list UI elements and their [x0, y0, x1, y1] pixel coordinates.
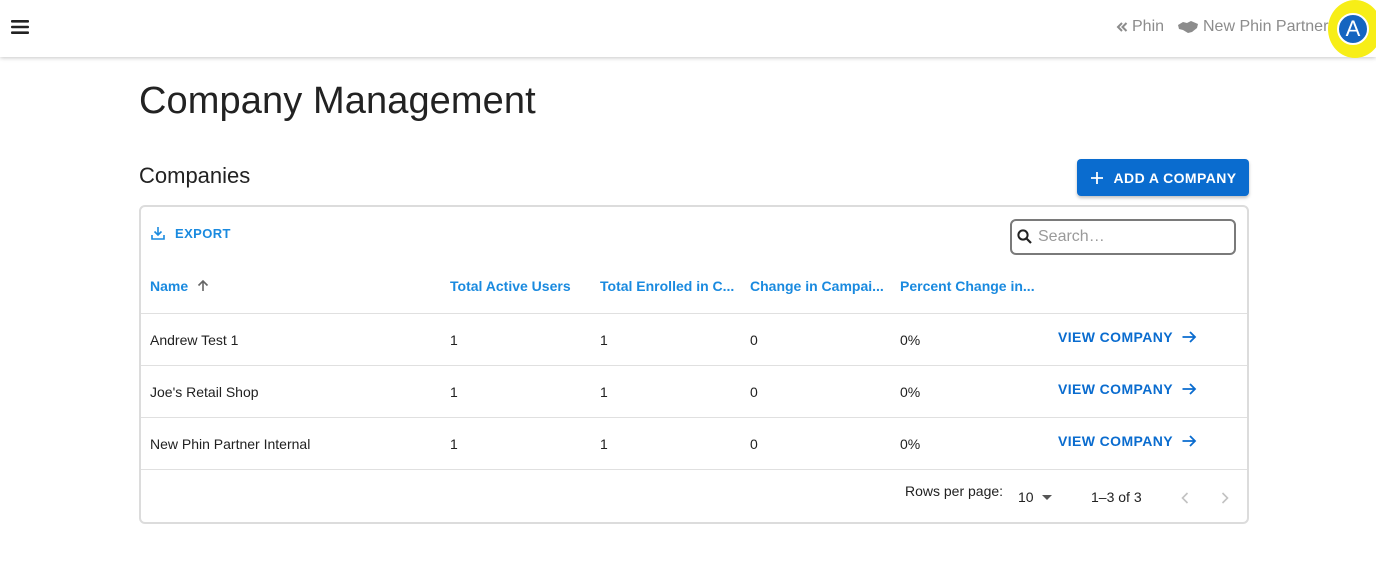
export-label: EXPORT [175, 225, 231, 241]
phin-link-label: Phin [1132, 18, 1165, 35]
cell-change: 0 [750, 332, 758, 348]
handshake-icon [1178, 21, 1198, 33]
view-company-label: VIEW COMPANY [1058, 433, 1173, 449]
menu-button[interactable] [8, 15, 32, 39]
rows-per-page-value: 10 [1018, 489, 1034, 505]
cell-enrolled: 1 [600, 436, 608, 452]
rows-per-page-label: Rows per page: [905, 483, 1004, 499]
view-company-label: VIEW COMPANY [1058, 329, 1173, 345]
cell-active-users: 1 [450, 436, 458, 452]
arrow-right-icon [1182, 435, 1197, 447]
search-box [1010, 219, 1236, 255]
chevron-left-icon [1181, 492, 1189, 504]
cell-percent: 0% [900, 332, 921, 348]
plus-icon [1090, 171, 1103, 184]
table-row: Joe's Retail Shop 1 1 0 0% VIEW COMPANY [141, 366, 1247, 418]
column-header-change-in-campaign[interactable]: Change in Campai... [750, 278, 884, 294]
chevron-right-icon [1221, 492, 1229, 504]
arrow-up-icon [198, 279, 209, 291]
add-company-button[interactable]: ADD A COMPANY [1077, 159, 1249, 196]
cell-active-users: 1 [450, 384, 458, 400]
download-icon [151, 227, 165, 240]
view-company-button[interactable]: VIEW COMPANY [1058, 381, 1197, 397]
rows-per-page-select[interactable]: 10 [1018, 489, 1054, 505]
page-info: 1–3 of 3 [1091, 489, 1142, 505]
cell-active-users: 1 [450, 332, 458, 348]
cell-name: Joe's Retail Shop [150, 384, 259, 400]
user-avatar-button[interactable]: A [1328, 0, 1376, 58]
view-company-button[interactable]: VIEW COMPANY [1058, 433, 1197, 449]
arrow-right-icon [1182, 331, 1197, 343]
view-company-button[interactable]: VIEW COMPANY [1058, 329, 1197, 345]
cell-change: 0 [750, 384, 758, 400]
cell-name: Andrew Test 1 [150, 332, 239, 348]
column-header-percent-change[interactable]: Percent Change in... [900, 278, 1035, 294]
cell-percent: 0% [900, 384, 921, 400]
column-header-label: Name [150, 278, 189, 294]
column-header-total-enrolled[interactable]: Total Enrolled in C... [600, 278, 734, 294]
avatar: A [1337, 13, 1369, 45]
cell-enrolled: 1 [600, 384, 608, 400]
phin-back-link[interactable]: Phin [1116, 16, 1164, 38]
arrow-right-icon [1182, 383, 1197, 395]
double-chevron-left-icon [1116, 22, 1128, 32]
companies-table: EXPORT Name Total Active Users Total Enr… [139, 205, 1249, 524]
table-row: New Phin Partner Internal 1 1 0 0% VIEW … [141, 418, 1247, 470]
table-row: Andrew Test 1 1 1 0 0% VIEW COMPANY [141, 314, 1247, 366]
cell-percent: 0% [900, 436, 921, 452]
search-input[interactable] [1038, 228, 1228, 246]
view-company-label: VIEW COMPANY [1058, 381, 1173, 397]
cell-change: 0 [750, 436, 758, 452]
partner-switcher[interactable]: New Phin Partner [1177, 16, 1328, 38]
cell-enrolled: 1 [600, 332, 608, 348]
menu-icon [11, 20, 29, 34]
next-page-button[interactable] [1214, 487, 1236, 509]
column-header-name[interactable]: Name [150, 278, 210, 294]
page-title: Company Management [139, 80, 536, 122]
section-title: Companies [139, 163, 251, 188]
search-icon [1017, 229, 1032, 244]
caret-down-icon [1041, 495, 1052, 500]
partner-name: New Phin Partner [1203, 18, 1329, 35]
export-button[interactable]: EXPORT [150, 225, 231, 241]
add-company-label: ADD A COMPANY [1113, 169, 1237, 186]
column-header-total-active-users[interactable]: Total Active Users [450, 278, 571, 294]
previous-page-button[interactable] [1174, 487, 1196, 509]
app-bar: Phin New Phin Partner A [0, 0, 1376, 58]
cell-name: New Phin Partner Internal [150, 436, 311, 452]
